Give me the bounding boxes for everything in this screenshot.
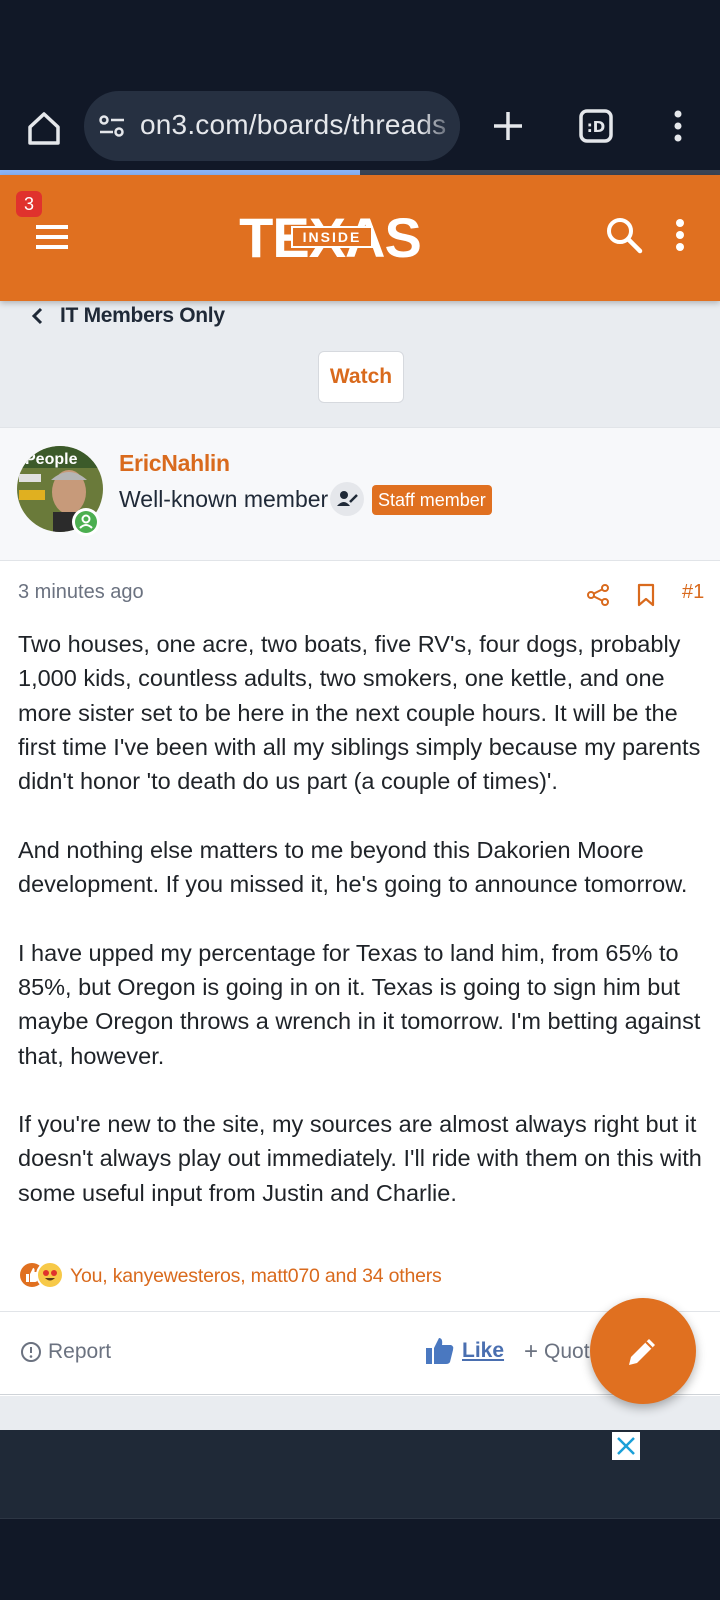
post-paragraph: Two houses, one acre, two boats, five RV… (18, 631, 701, 795)
address-bar[interactable]: on3.com/boards/threads (84, 91, 460, 161)
navigation-bar (0, 1518, 720, 1600)
status-bar (0, 0, 720, 88)
like-button[interactable]: Like (424, 1336, 504, 1366)
post-separator (0, 1396, 720, 1430)
chevron-left-icon (31, 307, 43, 325)
browser-menu-icon[interactable] (662, 104, 694, 148)
tab-switcher-icon[interactable]: :D (574, 104, 618, 148)
alert-circle-icon (21, 1342, 41, 1362)
share-icon[interactable] (586, 583, 610, 607)
thread-header: IT Members Only Watch (0, 301, 720, 427)
ad-close-icon[interactable] (612, 1432, 640, 1460)
post-number[interactable]: #1 (682, 581, 704, 604)
staff-member-badge: Staff member (372, 485, 492, 515)
post-author-name[interactable]: EricNahlin (119, 450, 230, 477)
svg-text::D: :D (587, 118, 605, 136)
quote-label: Quot (544, 1340, 590, 1363)
post-author: People EricNahlin Well-known member Staf… (0, 427, 720, 561)
post-content: Two houses, one acre, two boats, five RV… (18, 627, 708, 1244)
ad-banner (0, 1430, 720, 1518)
pencil-icon (629, 1339, 655, 1365)
post-paragraph: If you're new to the site, my sources ar… (18, 1111, 702, 1206)
url-text: on3.com/boards/threads (140, 109, 447, 140)
staff-writer-icon (330, 482, 364, 516)
member-title: Well-known member (119, 486, 329, 512)
watch-button[interactable]: Watch (318, 351, 404, 403)
quote-button[interactable]: + Quot (524, 1340, 590, 1364)
post-paragraph: And nothing else matters to me beyond th… (18, 836, 688, 898)
inside-texas-logo[interactable]: TEXAS INSIDE (210, 206, 450, 269)
reactions-text: You, kanyewesteros, matt070 and 34 other… (70, 1264, 442, 1287)
thumbs-up-icon (426, 1338, 454, 1364)
heart-eyes-reaction-icon (36, 1261, 64, 1289)
post-paragraph: I have upped my percentage for Texas to … (18, 939, 701, 1069)
post-timestamp[interactable]: 3 minutes ago (18, 581, 144, 604)
new-tab-icon[interactable] (486, 104, 530, 148)
search-icon[interactable] (602, 213, 646, 257)
logo-inset: INSIDE (303, 229, 362, 245)
compose-button[interactable] (590, 1298, 696, 1404)
plus-icon: + (524, 1338, 539, 1365)
notification-badge[interactable]: 3 (16, 191, 42, 217)
home-icon[interactable] (22, 106, 66, 150)
report-label: Report (48, 1340, 112, 1363)
breadcrumb-label: IT Members Only (60, 304, 225, 327)
reactions-summary[interactable]: You, kanyewesteros, matt070 and 34 other… (18, 1261, 442, 1291)
like-label: Like (462, 1339, 505, 1362)
url-fade (420, 91, 460, 161)
svg-text:People: People (25, 451, 78, 468)
post-body: 3 minutes ago #1 Two houses, one acre, t… (0, 561, 720, 1396)
browser-toolbar: on3.com/boards/threads :D (0, 88, 720, 172)
online-status-icon (72, 508, 100, 536)
breadcrumb[interactable]: IT Members Only (28, 301, 225, 331)
header-menu-icon[interactable] (666, 213, 694, 257)
report-button[interactable]: Report (20, 1340, 111, 1364)
site-header: 3 TEXAS INSIDE (0, 175, 720, 301)
site-info-icon[interactable] (98, 112, 126, 140)
hamburger-menu-icon[interactable] (30, 215, 74, 259)
reaction-icons (18, 1261, 66, 1291)
bookmark-icon[interactable] (636, 583, 656, 607)
